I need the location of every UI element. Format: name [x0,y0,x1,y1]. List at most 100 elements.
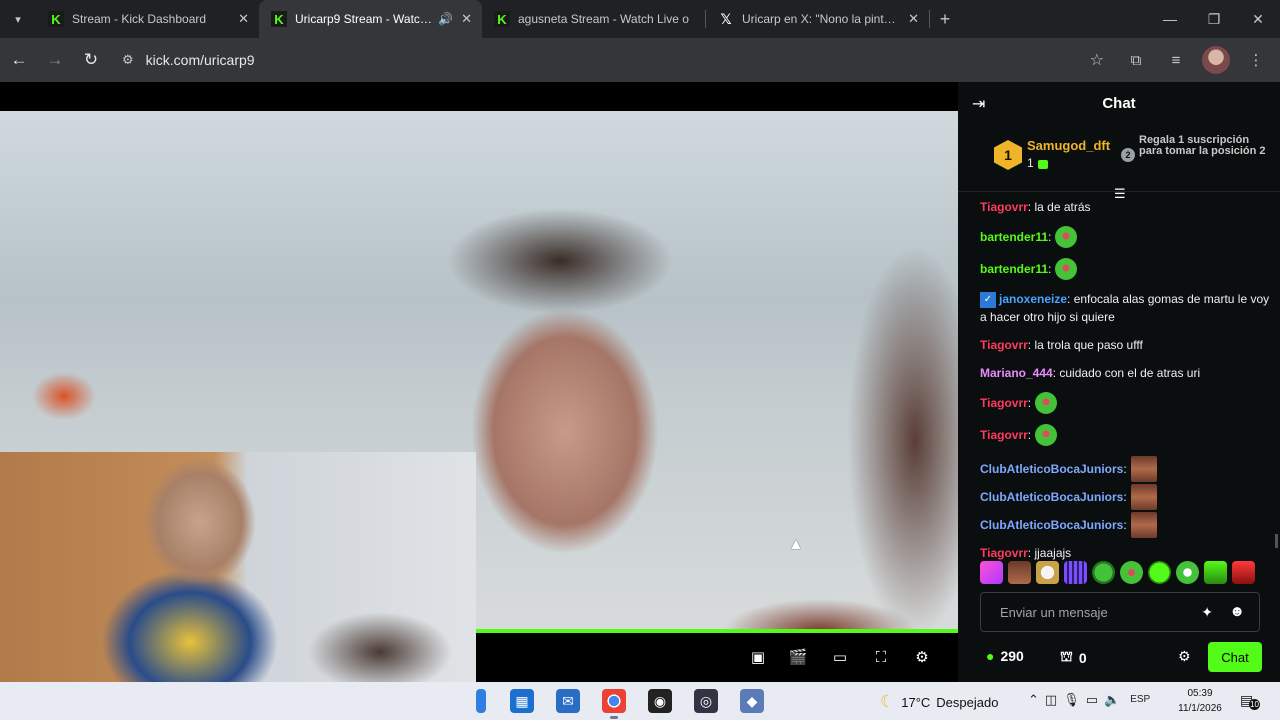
volume-icon[interactable]: 🔈 [1104,692,1120,708]
app-icon[interactable]: ◆ [740,689,764,713]
chat-text: cuidado con el de atras uri [1059,366,1201,380]
system-clock[interactable]: 05:39 11/1/2026 [1170,686,1230,716]
emote-icon[interactable] [980,561,1003,584]
emote-icon[interactable] [1035,424,1058,446]
chrome-icon[interactable] [602,689,626,719]
tab-x-uricarp[interactable]: 𝕏 Uricarp en X: "Nono la pinta de ✕ [706,0,929,38]
tab-uricarp9-stream[interactable]: K Uricarp9 Stream - Watch Live 🔊 ✕ [259,0,482,38]
tab-kick-dashboard[interactable]: K Stream - Kick Dashboard ✕ [36,0,259,38]
channel-points[interactable]: ● 290 [986,648,1024,664]
new-tab-button[interactable]: + [930,0,960,38]
network-icon[interactable]: ▭ [1086,692,1098,708]
address-bar[interactable]: ⚙ kick.com/uricarp9 ☆ [112,44,1104,76]
more-menu-icon[interactable]: ⋮ [1242,46,1270,74]
chat-message: ClubAtleticoBocaJuniors: [980,512,1270,538]
tab-title: Stream - Kick Dashboard [72,12,207,26]
notification-center-icon[interactable]: ▤ 10 [1240,692,1260,710]
temperature: 17°C [901,694,931,710]
store-icon[interactable]: ▦ [510,689,534,713]
clip-icon[interactable]: 🎬 [788,647,808,667]
chat-username[interactable]: Tiagovrr [980,544,1028,562]
settings-gear-icon[interactable]: ⚙ [912,647,932,667]
player-controls: ▣ 🎬 ▭ ⛶ ⚙ [476,633,958,682]
chat-settings-icon[interactable]: ⚙ [1178,648,1191,665]
back-arrow-icon[interactable]: ← [2,43,36,77]
chat-message: bartender11: [980,226,1270,248]
profile-avatar[interactable] [1202,46,1230,74]
chest-rewards[interactable]: ⛫ 0 [1060,648,1087,667]
reload-icon[interactable]: ↻ [74,43,108,77]
emoji-picker-icon[interactable]: ☻ [1229,603,1245,620]
kick-icon: K [494,11,510,27]
verified-badge-icon: ✓ [980,291,996,308]
tab-search-chevron-icon[interactable]: ▾ [0,0,36,38]
theater-mode-icon[interactable]: ▭ [830,647,850,667]
chat-title: Chat [1102,94,1136,112]
close-icon[interactable]: ✕ [461,11,472,27]
gift-leaderboard[interactable]: 1 Samugod_dft 1 2 Regala 1 suscripción p… [958,124,1280,192]
chat-username[interactable]: ClubAtleticoBocaJuniors [980,460,1123,478]
emote-icon[interactable] [1232,561,1255,584]
chat-username[interactable]: Tiagovrr [980,426,1028,444]
emote-icon[interactable] [1035,392,1058,414]
tab-agusneta-stream[interactable]: K agusneta Stream - Watch Live o [482,0,705,38]
chat-username[interactable]: Tiagovrr [980,394,1028,412]
chat-message-input[interactable]: Enviar un mensaje ✦ ☻ [980,592,1260,632]
site-settings-icon[interactable]: ⚙ [122,52,134,68]
emote-icon[interactable] [1008,561,1031,584]
chat-username[interactable]: bartender11 [980,260,1048,278]
chat-text: la trola que paso ufff [1034,338,1143,352]
speaker-icon[interactable]: 🔊 [438,12,453,26]
maximize-icon[interactable]: ❐ [1192,0,1236,38]
tray-expand-icon[interactable]: ⌃ [1028,692,1039,708]
recording-app-icon[interactable]: ◉ [648,689,672,713]
emote-icon[interactable] [1055,226,1078,248]
chat-message: Tiagovrr: jjaajajs [980,544,1072,562]
emote-icon[interactable] [1120,561,1143,584]
chat-username[interactable]: Mariano_444 [980,364,1053,382]
emote-icon[interactable] [1130,512,1157,538]
emote-icon[interactable] [1092,561,1115,584]
file-explorer-icon[interactable] [476,689,486,713]
obs-icon[interactable]: ◎ [694,689,718,713]
close-icon[interactable]: ✕ [908,11,919,27]
chat-username[interactable]: bartender11 [980,228,1048,246]
quick-emote-bar [980,561,1278,587]
chat-username[interactable]: Tiagovrr [980,198,1028,216]
video-player[interactable]: ▣ 🎬 ▭ ⛶ ⚙ ▲ [0,82,958,682]
bookmark-star-icon[interactable]: ☆ [1090,50,1104,70]
emote-icon[interactable] [1064,561,1087,584]
chat-username[interactable]: ClubAtleticoBocaJuniors [980,516,1123,534]
collapse-chat-icon[interactable]: ⇥ [972,94,985,114]
close-icon[interactable]: ✕ [238,11,249,27]
tab-title: Uricarp9 Stream - Watch Live [295,12,432,26]
chat-username[interactable]: ClubAtleticoBocaJuniors [980,488,1123,506]
chat-scrollbar[interactable] [1275,534,1278,548]
emote-icon[interactable] [1036,561,1059,584]
emote-icon[interactable] [1130,456,1157,482]
weather-widget[interactable]: ☾ 17°C Despejado [880,692,998,712]
emote-icon[interactable] [1148,561,1171,584]
pip-icon[interactable]: ▣ [748,647,768,667]
forward-arrow-icon[interactable]: → [38,43,72,77]
language-indicator[interactable]: ESP [1130,694,1150,708]
rank-badge-icon: 1 [994,140,1022,170]
emote-icon[interactable] [1055,258,1078,280]
chat-username[interactable]: Tiagovrr [980,336,1028,354]
emote-icon[interactable] [1176,561,1199,584]
window-close-icon[interactable]: ✕ [1236,0,1280,38]
camera-icon[interactable]: ◫ [1045,692,1057,708]
minimize-icon[interactable]: — [1148,0,1192,38]
extensions-icon[interactable]: ⧉ [1122,46,1150,74]
emote-icon[interactable] [1204,561,1227,584]
outlook-icon[interactable]: ✉ [556,689,580,713]
media-control-icon[interactable]: ≡ [1162,46,1190,74]
microphone-icon[interactable]: 🎙 [1063,692,1080,708]
window-controls: — ❐ ✕ [1148,0,1280,38]
fullscreen-icon[interactable]: ⛶ [871,647,891,667]
leader-name[interactable]: Samugod_dft [1027,138,1110,153]
send-chat-button[interactable]: Chat [1208,642,1262,672]
emote-icon[interactable] [1130,484,1157,510]
emote-autocomplete-icon[interactable]: ✦ [1201,604,1213,621]
chat-username[interactable]: janoxeneize [999,292,1067,306]
